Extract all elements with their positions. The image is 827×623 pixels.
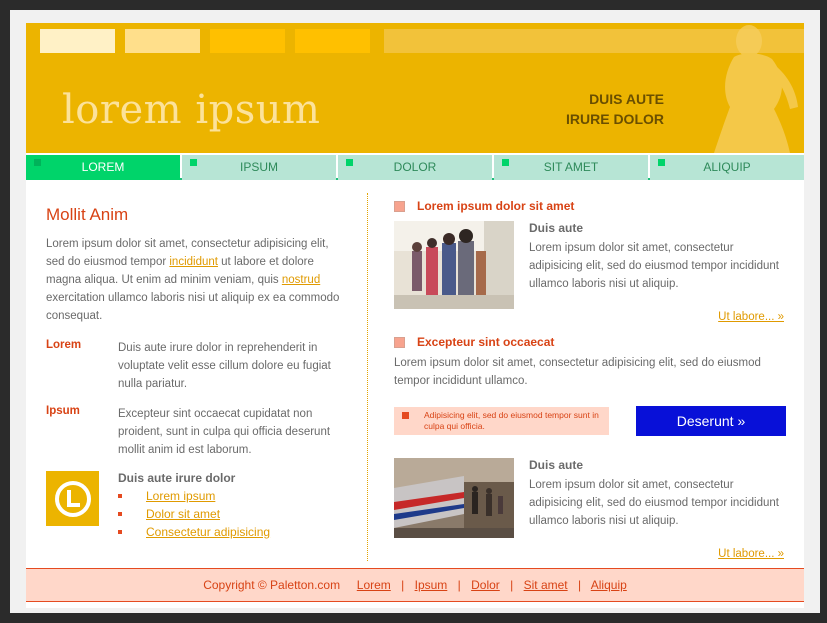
definition-term: Lorem: [46, 339, 82, 351]
nav-item-aliquip[interactable]: ALIQUIP: [650, 155, 804, 180]
crowd-photo: [394, 221, 514, 309]
nav-bullet-icon: [658, 159, 665, 166]
link-box: Duis aute irure dolor Lorem ipsum Dolor …: [46, 471, 346, 541]
definition-list: Lorem Duis aute irure dolor in reprehend…: [46, 339, 346, 459]
nav-bullet-icon: [346, 159, 353, 166]
nostrud-link[interactable]: nostrud: [282, 274, 320, 286]
page: lorem ipsum DUIS AUTE IRURE DOLOR LOREM …: [26, 23, 804, 608]
news-subtitle: Duis aute: [529, 221, 584, 235]
main-nav: LOREM IPSUM DOLOR SIT AMET ALIQUIP: [26, 155, 804, 180]
definition-row: Ipsum Excepteur sint occaecat cupidatat …: [46, 405, 346, 459]
nav-item-ipsum[interactable]: IPSUM: [182, 155, 336, 180]
read-more-link[interactable]: Ut labore... »: [718, 311, 784, 323]
read-more-link[interactable]: Ut labore... »: [718, 548, 784, 560]
notice-box: Adipisicing elit, sed do eiusmod tempor …: [394, 407, 609, 435]
left-column: Mollit Anim Lorem ipsum dolor sit amet, …: [46, 205, 346, 541]
nav-item-lorem[interactable]: LOREM: [26, 155, 180, 180]
dolor-sit-amet-link[interactable]: Dolor sit amet: [146, 507, 220, 521]
square-bullet-icon: [402, 412, 409, 419]
square-bullet-icon: [394, 336, 405, 348]
nav-label: SIT AMET: [543, 160, 599, 174]
square-bullet-icon: [394, 200, 405, 212]
news-item: Duis aute Lorem ipsum dolor sit amet, co…: [394, 458, 786, 546]
news-text: Lorem ipsum dolor sit amet, consectetur …: [529, 242, 779, 290]
palette-swatch-4: [295, 29, 370, 53]
link-box-title: Duis aute irure dolor: [118, 471, 236, 485]
right-column: Lorem ipsum dolor sit amet Duis aute Lor…: [394, 199, 786, 560]
section-text: Lorem ipsum dolor sit amet, consectetur …: [394, 357, 761, 387]
footer-link-aliquip[interactable]: Aliquip: [591, 578, 627, 592]
section-heading: Lorem ipsum dolor sit amet: [394, 199, 786, 213]
news-text: Lorem ipsum dolor sit amet, consectetur …: [529, 479, 779, 527]
nav-item-sit-amet[interactable]: SIT AMET: [494, 155, 648, 180]
browser-frame: lorem ipsum DUIS AUTE IRURE DOLOR LOREM …: [10, 10, 820, 613]
deserunt-button[interactable]: Deserunt »: [636, 406, 786, 436]
nav-item-dolor[interactable]: DOLOR: [338, 155, 492, 180]
footer-link-dolor[interactable]: Dolor: [471, 578, 500, 592]
section-heading-text: Excepteur sint occaecat: [417, 335, 555, 349]
section-title: Mollit Anim: [46, 205, 129, 224]
intro-paragraph: Lorem ipsum dolor sit amet, consectetur …: [46, 235, 346, 325]
nav-label: ALIQUIP: [703, 160, 751, 174]
tagline-line-1: DUIS AUTE: [589, 91, 664, 107]
consectetur-link[interactable]: Consectetur adipisicing: [146, 525, 270, 539]
clock-logo-icon: [46, 471, 99, 526]
news-body: Duis aute Lorem ipsum dolor sit amet, co…: [529, 458, 786, 546]
nav-bullet-icon: [502, 159, 509, 166]
more-row: Ut labore... »: [394, 311, 786, 323]
column-divider: [367, 193, 368, 561]
footer-separator: |: [401, 578, 405, 592]
site-logo[interactable]: lorem ipsum: [62, 87, 320, 133]
nav-label: IPSUM: [239, 160, 278, 174]
definition-desc: Excepteur sint occaecat cupidatat non pr…: [118, 408, 331, 456]
more-row: Ut labore... »: [394, 548, 786, 560]
footer-separator: |: [457, 578, 461, 592]
incididunt-link[interactable]: incididunt: [169, 256, 218, 268]
link-list: Lorem ipsum Dolor sit amet Consectetur a…: [118, 487, 270, 541]
section-heading: Excepteur sint occaecat: [394, 335, 786, 349]
lorem-ipsum-link[interactable]: Lorem ipsum: [146, 489, 215, 503]
palette-swatch-2: [125, 29, 200, 53]
news-subtitle: Duis aute: [529, 458, 584, 472]
definition-row: Lorem Duis aute irure dolor in reprehend…: [46, 339, 346, 393]
footer: Copyright © Paletton.com Lorem | Ipsum |…: [26, 568, 804, 602]
intro-text-3: exercitation ullamco laboris nisi ut ali…: [46, 292, 340, 322]
palette-swatch-1: [40, 29, 115, 53]
footer-link-ipsum[interactable]: Ipsum: [415, 578, 448, 592]
link-box-content: Duis aute irure dolor Lorem ipsum Dolor …: [118, 471, 270, 541]
news-body: Duis aute Lorem ipsum dolor sit amet, co…: [529, 221, 786, 309]
definition-desc: Duis aute irure dolor in reprehenderit i…: [118, 342, 331, 390]
nav-label: DOLOR: [393, 160, 437, 174]
footer-link-sit-amet[interactable]: Sit amet: [524, 578, 568, 592]
notice-row: Adipisicing elit, sed do eiusmod tempor …: [394, 406, 786, 436]
woman-silhouette-image: [714, 25, 798, 153]
copyright-text: Copyright © Paletton.com: [203, 578, 341, 592]
list-item: Dolor sit amet: [118, 505, 270, 523]
header-banner: lorem ipsum DUIS AUTE IRURE DOLOR: [26, 23, 804, 153]
footer-separator: |: [510, 578, 514, 592]
header-tagline: DUIS AUTE IRURE DOLOR: [566, 89, 664, 129]
section-heading-text: Lorem ipsum dolor sit amet: [417, 199, 575, 213]
definition-term: Ipsum: [46, 405, 80, 417]
list-item: Consectetur adipisicing: [118, 523, 270, 541]
notice-text: Adipisicing elit, sed do eiusmod tempor …: [424, 410, 599, 431]
news-item: Duis aute Lorem ipsum dolor sit amet, co…: [394, 221, 786, 309]
footer-separator: |: [577, 578, 582, 592]
nav-bullet-icon: [190, 159, 197, 166]
tagline-line-2: IRURE DOLOR: [566, 111, 664, 127]
nav-label: LOREM: [81, 160, 125, 174]
list-item: Lorem ipsum: [118, 487, 270, 505]
footer-link-lorem[interactable]: Lorem: [357, 578, 391, 592]
train-photo: [394, 458, 514, 546]
palette-swatch-3: [210, 29, 285, 53]
nav-bullet-icon: [34, 159, 41, 166]
